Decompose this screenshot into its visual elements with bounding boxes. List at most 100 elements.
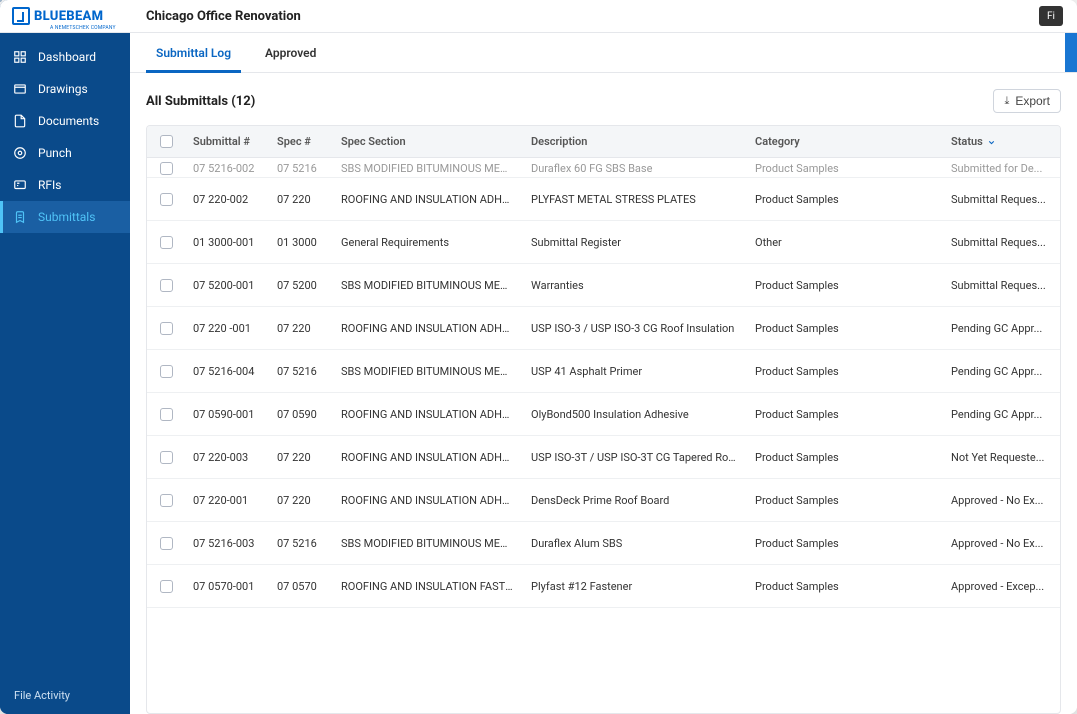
- cell-spec: 07 220: [269, 494, 333, 507]
- sidebar-item-label: Submittals: [38, 210, 95, 224]
- cell-section: SBS MODIFIED BITUMINOUS MEMBR...: [333, 279, 523, 292]
- sidebar-item-label: Drawings: [38, 82, 88, 96]
- rfi-icon: [12, 177, 28, 193]
- select-all-checkbox[interactable]: [160, 135, 173, 148]
- sidebar-item-dashboard[interactable]: Dashboard: [0, 41, 130, 73]
- column-spec[interactable]: Spec #: [269, 135, 333, 148]
- cell-status: Approved - No Ex...: [943, 494, 1060, 507]
- documents-icon: [12, 113, 28, 129]
- sidebar-item-drawings[interactable]: Drawings: [0, 73, 130, 105]
- cell-spec: 01 3000: [269, 236, 333, 249]
- sidebar-item-label: Dashboard: [38, 50, 96, 64]
- table-row[interactable]: 07 5216-00307 5216SBS MODIFIED BITUMINOU…: [147, 522, 1060, 565]
- tab-approved[interactable]: Approved: [255, 33, 326, 72]
- header-button[interactable]: Fi: [1039, 6, 1063, 26]
- cell-section: ROOFING AND INSULATION ADHESIV...: [333, 408, 523, 421]
- cell-status: Approved - Excep...: [943, 580, 1060, 593]
- sidebar-footer[interactable]: File Activity: [0, 677, 130, 714]
- cell-submittal: 07 220-002: [185, 193, 269, 206]
- cell-category: Product Samples: [747, 537, 943, 550]
- list-title: All Submittals (12): [146, 94, 255, 109]
- column-section[interactable]: Spec Section: [333, 135, 523, 148]
- sidebar-item-submittals[interactable]: Submittals: [0, 201, 130, 233]
- cell-spec: 07 5216: [269, 162, 333, 175]
- cell-spec: 07 220: [269, 193, 333, 206]
- table-row[interactable]: 07 0570-00107 0570ROOFING AND INSULATION…: [147, 565, 1060, 608]
- column-description[interactable]: Description: [523, 135, 747, 148]
- cell-submittal: 07 5200-001: [185, 279, 269, 292]
- bluebeam-logo-icon: [12, 7, 30, 25]
- cell-submittal: 07 5216-002: [185, 162, 269, 175]
- row-checkbox[interactable]: [160, 494, 173, 507]
- cell-category: Product Samples: [747, 365, 943, 378]
- export-button[interactable]: ⤓ Export: [993, 89, 1061, 113]
- row-checkbox[interactable]: [160, 279, 173, 292]
- cell-spec: 07 220: [269, 322, 333, 335]
- cell-description: Plyfast #12 Fastener: [523, 580, 747, 593]
- table-row[interactable]: 07 220-00207 220ROOFING AND INSULATION A…: [147, 178, 1060, 221]
- cell-section: SBS MODIFIED BITUMINOUS MEMBR...: [333, 162, 523, 175]
- column-status-label: Status: [951, 135, 983, 148]
- project-title: Chicago Office Renovation: [146, 9, 301, 24]
- row-checkbox[interactable]: [160, 580, 173, 593]
- table-row[interactable]: 07 5216-00407 5216SBS MODIFIED BITUMINOU…: [147, 350, 1060, 393]
- cell-section: General Requirements: [333, 236, 523, 249]
- sidebar-item-punch[interactable]: Punch: [0, 137, 130, 169]
- table-row[interactable]: 07 220-00107 220ROOFING AND INSULATION A…: [147, 479, 1060, 522]
- cell-submittal: 07 0590-001: [185, 408, 269, 421]
- brand-name: BLUEBEAM: [34, 9, 103, 24]
- column-category[interactable]: Category: [747, 135, 943, 148]
- cell-section: ROOFING AND INSULATION ADHESIV...: [333, 494, 523, 507]
- content-area: Chicago Office Renovation Fi Submittal L…: [130, 0, 1077, 714]
- cell-spec: 07 5200: [269, 279, 333, 292]
- app-window: BLUEBEAM A NEMETSCHEK COMPANY Dashboard …: [0, 0, 1077, 714]
- cell-description: USP ISO-3T / USP ISO-3T CG Tapered Roof …: [523, 451, 747, 464]
- sidebar-item-documents[interactable]: Documents: [0, 105, 130, 137]
- cell-status: Not Yet Requeste...: [943, 451, 1060, 464]
- brand-logo[interactable]: BLUEBEAM A NEMETSCHEK COMPANY: [0, 0, 130, 33]
- dashboard-icon: [12, 49, 28, 65]
- table-row[interactable]: 01 3000-00101 3000General RequirementsSu…: [147, 221, 1060, 264]
- row-checkbox[interactable]: [160, 236, 173, 249]
- tab-submittal-log[interactable]: Submittal Log: [146, 33, 241, 72]
- column-status[interactable]: Status: [943, 135, 1060, 148]
- table-row[interactable]: 07 5200-00107 5200SBS MODIFIED BITUMINOU…: [147, 264, 1060, 307]
- row-checkbox[interactable]: [160, 193, 173, 206]
- cell-status: Submittal Reques...: [943, 236, 1060, 249]
- cell-status: Pending GC Appr...: [943, 322, 1060, 335]
- cell-description: USP 41 Asphalt Primer: [523, 365, 747, 378]
- cell-submittal: 07 0570-001: [185, 580, 269, 593]
- chevron-down-icon: [987, 137, 996, 146]
- cell-description: OlyBond500 Insulation Adhesive: [523, 408, 747, 421]
- table-row[interactable]: 07 5216-00207 5216SBS MODIFIED BITUMINOU…: [147, 158, 1060, 178]
- cell-section: ROOFING AND INSULATION ADHESIV...: [333, 322, 523, 335]
- table-row[interactable]: 07 220 -00107 220ROOFING AND INSULATION …: [147, 307, 1060, 350]
- column-submittal[interactable]: Submittal #: [185, 135, 269, 148]
- cell-spec: 07 220: [269, 451, 333, 464]
- sidebar-item-rfis[interactable]: RFIs: [0, 169, 130, 201]
- cell-status: Pending GC Appr...: [943, 365, 1060, 378]
- cell-description: PLYFAST METAL STRESS PLATES: [523, 193, 747, 206]
- tab-label: Approved: [265, 46, 316, 60]
- brand-tagline: A NEMETSCHEK COMPANY: [50, 25, 116, 31]
- cell-section: SBS MODIFIED BITUMINOUS MEMBR...: [333, 537, 523, 550]
- cell-description: Duraflex Alum SBS: [523, 537, 747, 550]
- row-checkbox[interactable]: [160, 162, 173, 175]
- row-checkbox[interactable]: [160, 451, 173, 464]
- row-checkbox[interactable]: [160, 322, 173, 335]
- cell-section: SBS MODIFIED BITUMINOUS MEMBR...: [333, 365, 523, 378]
- table-row[interactable]: 07 220-00307 220ROOFING AND INSULATION A…: [147, 436, 1060, 479]
- table-row[interactable]: 07 0590-00107 0590ROOFING AND INSULATION…: [147, 393, 1060, 436]
- cell-spec: 07 0570: [269, 580, 333, 593]
- cell-category: Product Samples: [747, 408, 943, 421]
- row-checkbox[interactable]: [160, 537, 173, 550]
- table-body[interactable]: 07 5216-00207 5216SBS MODIFIED BITUMINOU…: [147, 158, 1060, 713]
- cell-category: Product Samples: [747, 162, 943, 175]
- row-checkbox[interactable]: [160, 365, 173, 378]
- top-bar: Chicago Office Renovation Fi: [130, 0, 1077, 33]
- row-checkbox[interactable]: [160, 408, 173, 421]
- cell-submittal: 07 220-001: [185, 494, 269, 507]
- sidebar-item-label: RFIs: [38, 178, 61, 192]
- cell-spec: 07 5216: [269, 365, 333, 378]
- cell-submittal: 07 220-003: [185, 451, 269, 464]
